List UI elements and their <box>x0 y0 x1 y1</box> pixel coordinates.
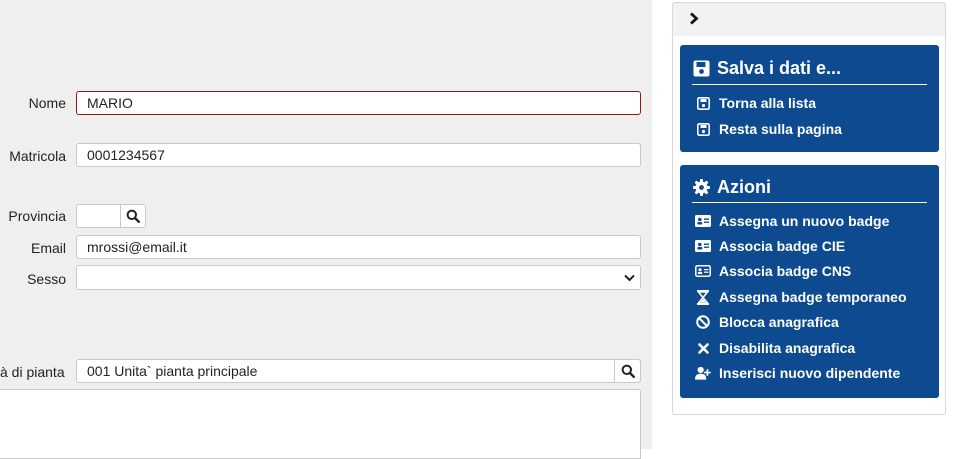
save-panel-title: Salva i dati e... <box>692 58 841 79</box>
assign-temp-badge-button[interactable]: Assegna badge temporaneo <box>695 289 907 305</box>
matricola-input[interactable]: 0001234567 <box>76 143 641 167</box>
id-card-icon <box>695 238 711 254</box>
hourglass-icon <box>695 289 711 305</box>
save-back-to-list-button[interactable]: Torna alla lista <box>695 95 816 111</box>
save-stay-on-page-label: Resta sulla pagina <box>719 121 842 137</box>
provincia-search-button[interactable] <box>120 204 146 228</box>
floppy-disk-icon <box>692 60 710 78</box>
actions-panel-title-text: Azioni <box>717 177 771 197</box>
unita-input[interactable]: 001 Unita` pianta principale <box>76 359 616 383</box>
insert-new-employee-button[interactable]: Inserisci nuovo dipendente <box>695 365 900 381</box>
save-panel: Salva i dati e... Torna alla lista Resta… <box>680 45 939 152</box>
sesso-select[interactable] <box>76 265 641 290</box>
search-icon <box>126 209 140 223</box>
sesso-label: Sesso <box>27 271 66 287</box>
disable-registry-button[interactable]: Disabilita anagrafica <box>695 340 855 356</box>
insert-new-employee-label: Inserisci nuovo dipendente <box>719 365 901 381</box>
actions-panel: Azioni Assegna un nuovo badge Associa ba… <box>680 165 939 398</box>
gear-icon <box>692 179 710 197</box>
floppy-small-icon <box>695 95 711 111</box>
associate-cns-badge-label: Associa badge CNS <box>719 263 852 279</box>
block-registry-label: Blocca anagrafica <box>719 314 839 330</box>
save-panel-divider <box>692 84 927 85</box>
floppy-small-icon <box>695 121 711 137</box>
times-icon <box>695 340 711 356</box>
save-panel-title-text: Salva i dati e... <box>717 58 842 78</box>
actions-panel-divider <box>692 202 927 203</box>
disable-registry-label: Disabilita anagrafica <box>719 340 856 356</box>
ban-icon <box>695 314 711 330</box>
associate-cns-badge-button[interactable]: Associa badge CNS <box>695 263 851 279</box>
user-plus-icon <box>695 365 711 381</box>
nome-label: Nome <box>28 95 66 111</box>
assign-temp-badge-label: Assegna badge temporaneo <box>719 289 907 305</box>
matricola-label: Matricola <box>9 148 66 164</box>
provincia-input[interactable] <box>76 204 122 228</box>
chevron-down-icon <box>624 274 635 282</box>
email-input[interactable]: mrossi@email.it <box>76 235 641 259</box>
search-icon <box>621 364 635 378</box>
associate-cie-badge-label: Associa badge CIE <box>719 238 846 254</box>
unita-search-button[interactable] <box>614 359 641 383</box>
nome-input[interactable]: MARIO <box>76 91 641 115</box>
block-registry-button[interactable]: Blocca anagrafica <box>695 314 839 330</box>
save-back-to-list-label: Torna alla lista <box>719 95 816 111</box>
associate-cie-badge-button[interactable]: Associa badge CIE <box>695 238 845 254</box>
chevron-right-icon <box>690 11 699 25</box>
id-card-outline-icon <box>695 263 711 279</box>
assign-new-badge-label: Assegna un nuovo badge <box>719 213 890 229</box>
sidebar-collapse-button[interactable] <box>686 10 702 26</box>
id-card-icon <box>695 213 711 229</box>
unita-label: à di pianta <box>0 364 65 380</box>
actions-panel-title: Azioni <box>692 177 771 198</box>
save-stay-on-page-button[interactable]: Resta sulla pagina <box>695 121 842 137</box>
provincia-label: Provincia <box>8 208 66 224</box>
email-label: Email <box>30 240 66 256</box>
assign-new-badge-button[interactable]: Assegna un nuovo badge <box>695 213 889 229</box>
